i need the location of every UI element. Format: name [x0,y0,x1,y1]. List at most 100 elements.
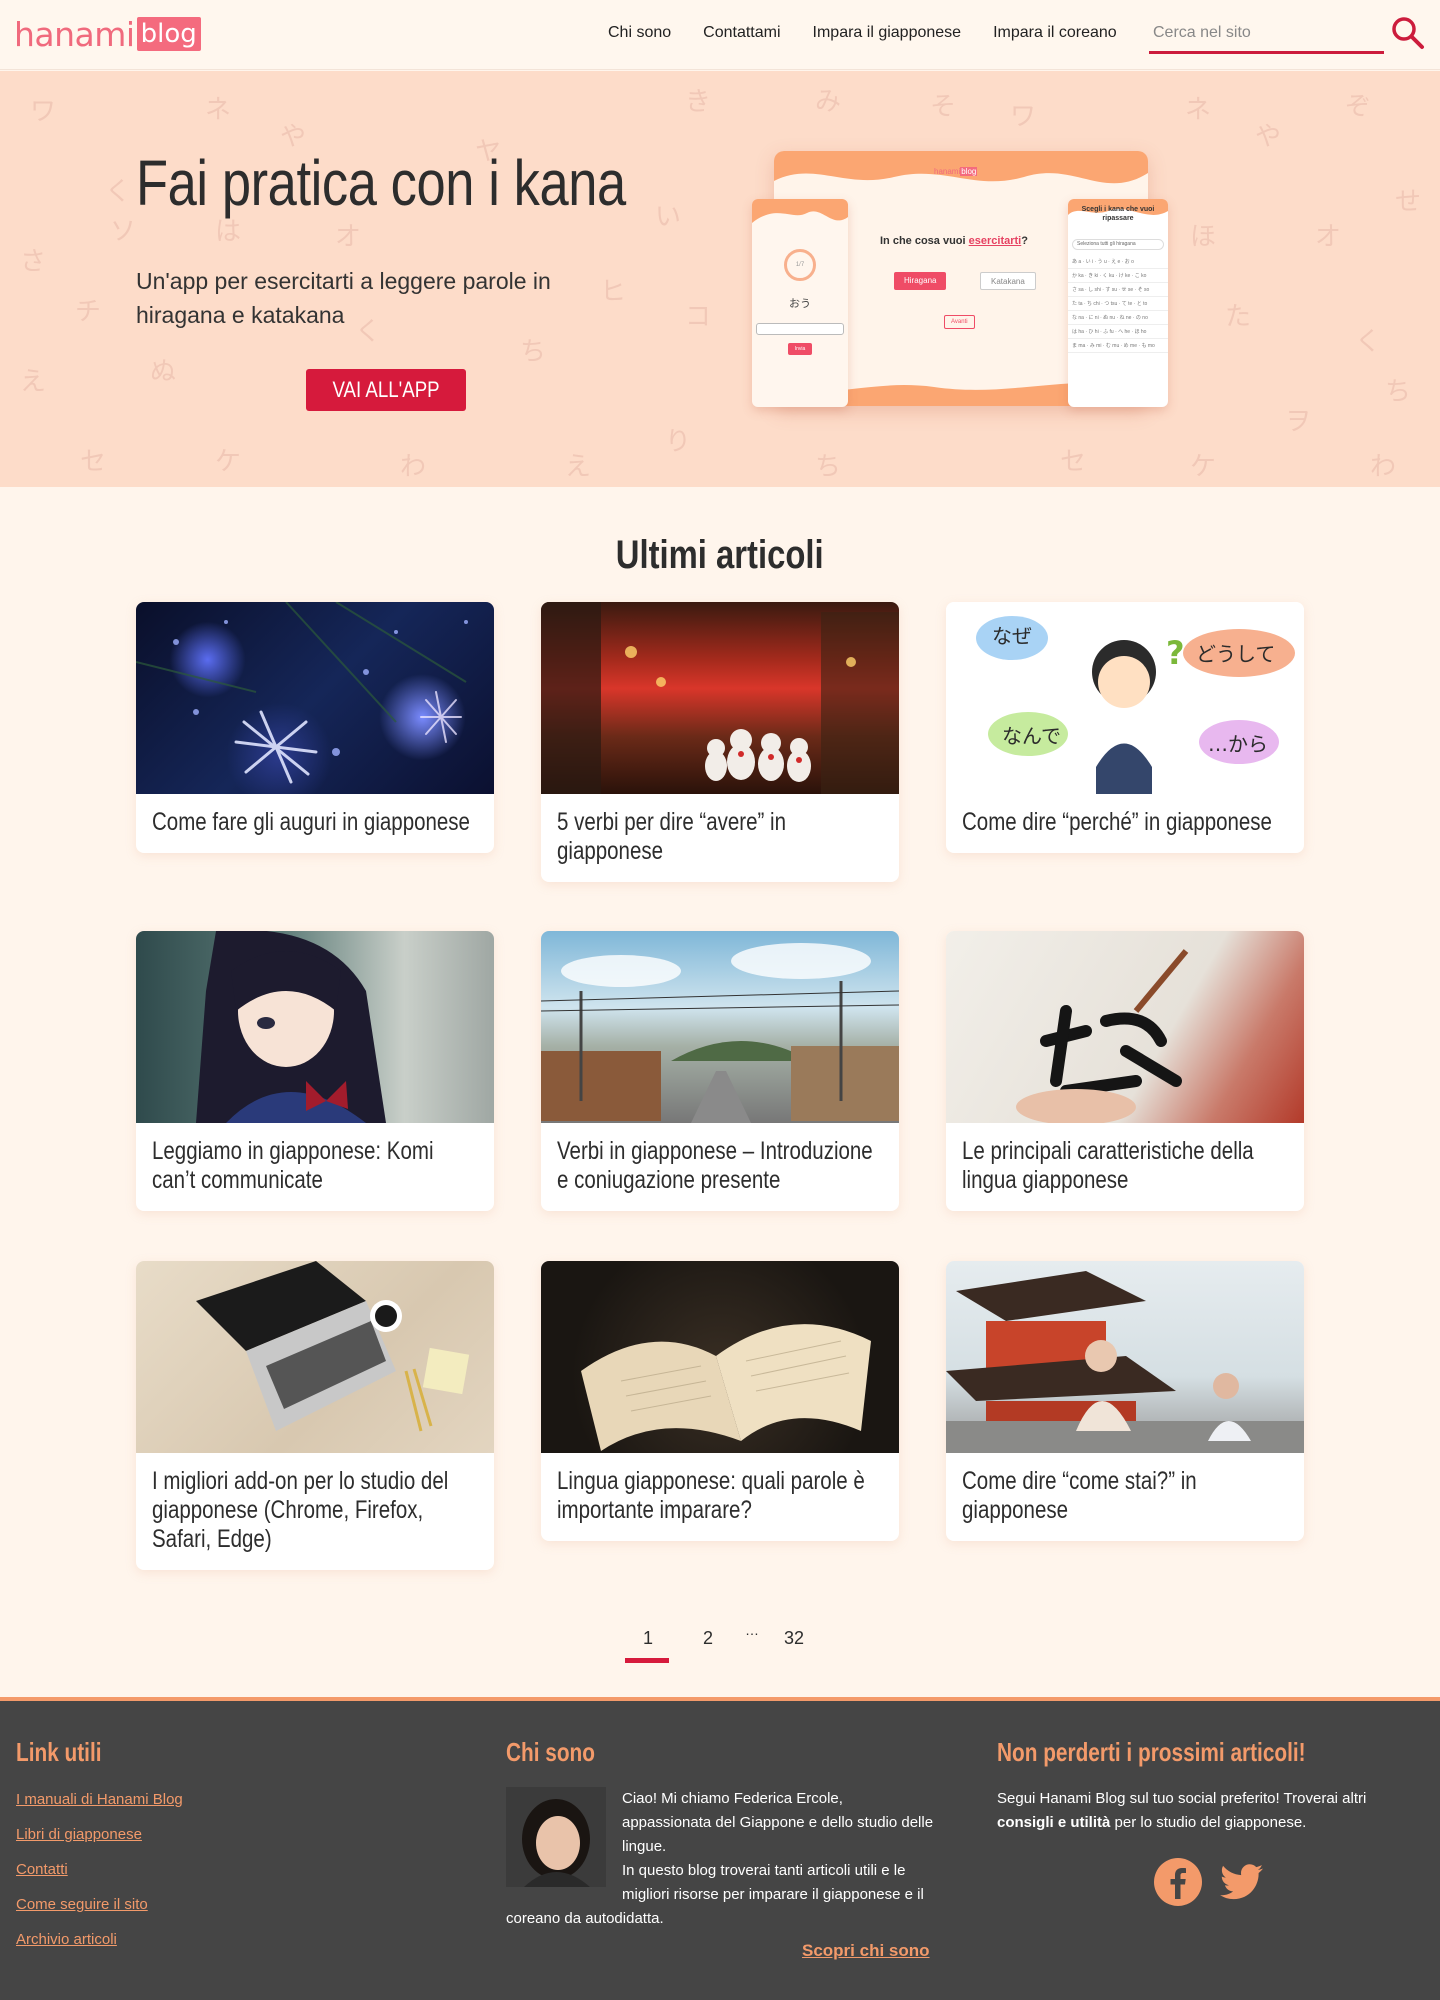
article-title[interactable]: Come fare gli auguri in giapponese [136,794,494,853]
article-title-text: Verbi in giapponese – Introduzione e con… [557,1137,873,1194]
logo-text: hanami [14,14,135,54]
anime-girl-illustration [196,931,386,1123]
site-header: hanami blog Chi sono Contattami Impara i… [0,0,1440,70]
hero-subtitle: Un'app per esercitarti a leggere parole … [136,268,551,328]
social-text-part2: per lo studio del giapponese. [1110,1814,1307,1831]
bubble-naze: なぜ [992,624,1032,648]
article-card[interactable]: Lingua giapponese: quali parole è import… [541,1261,899,1541]
footer-link-archivio[interactable]: Archivio articoli [16,1931,117,1948]
article-title[interactable]: Leggiamo in giapponese: Komi can’t commu… [136,1123,494,1211]
article-title-text: Leggiamo in giapponese: Komi can’t commu… [152,1137,434,1194]
about-heading-text: Chi sono [506,1737,595,1767]
useful-links-heading: Link utili [16,1737,123,1768]
go-to-app-label: VAI ALL'APP [332,377,440,402]
svg-text:?: ? [1166,634,1185,672]
article-card[interactable]: ? なぜ どうして なんで …から Come dire “perché” in … [946,602,1304,853]
footer-link-come-seguire[interactable]: Come seguire il sito [16,1896,148,1913]
article-title[interactable]: Le principali caratteristiche della ling… [946,1123,1304,1211]
go-to-app-button[interactable]: VAI ALL'APP [306,369,466,411]
about-more-link[interactable]: Scopri chi sono [802,1941,930,1961]
nav-item-impara-coreano[interactable]: Impara il coreano [993,24,1117,42]
mockup-logo: hanamiblog [934,167,978,176]
article-card[interactable]: Come fare gli auguri in giapponese [136,602,494,853]
article-thumbnail-street [541,931,899,1123]
article-thumbnail-book [541,1261,899,1453]
mockup-left-wave [752,199,848,223]
article-title-text: 5 verbi per dire “avere” in giapponese [557,808,787,865]
article-title[interactable]: Verbi in giapponese – Introduzione e con… [541,1123,899,1211]
bubble-kara: …から [1208,732,1268,756]
mockup-logo-badge: blog [960,167,978,176]
mockup-select-all: Seleziona tutti gli hiragana [1072,239,1164,250]
page-link[interactable]: 2 [703,1628,713,1649]
article-thumbnail-christmas [136,602,494,794]
nav-item-chi-sono[interactable]: Chi sono [608,24,671,42]
facebook-link[interactable] [1153,1857,1203,1907]
mockup-kana-row: ま ma · み mi · む mu · め me · も mo [1068,339,1168,353]
mockup-logo-text: hanami [934,167,961,176]
article-card[interactable]: I migliori add-on per lo studio del giap… [136,1261,494,1570]
article-card[interactable]: Come dire “come stai?” in giapponese [946,1261,1304,1541]
site-logo[interactable]: hanami blog [14,14,201,54]
article-title[interactable]: Lingua giapponese: quali parole è import… [541,1453,899,1541]
social-heading-text: Non perderti i prossimi articoli! [997,1737,1306,1767]
article-title-text: I migliori add-on per lo studio del giap… [152,1467,449,1553]
nav-item-contattami[interactable]: Contattami [703,24,780,42]
article-title-text: Come fare gli auguri in giapponese [152,808,470,836]
current-page-indicator [625,1658,669,1663]
article-card[interactable]: Verbi in giapponese – Introduzione e con… [541,931,899,1211]
mockup-next-button: Avanti [944,315,975,329]
page-ellipsis: … [745,1622,759,1638]
footer-link-manuali[interactable]: I manuali di Hanami Blog [16,1791,183,1808]
article-thumbnail-shop [541,602,899,794]
mockup-send-button: Invia [788,343,812,355]
facebook-icon [1154,1858,1202,1906]
page-link-current[interactable]: 1 [643,1628,653,1649]
article-card[interactable]: Leggiamo in giapponese: Komi can’t commu… [136,931,494,1211]
hero-banner: ワネ やヤ きみ そワ ネや ぞせ くソ はオ さチ くち ヒい コぬ えり セ… [0,71,1440,487]
twitter-link[interactable] [1216,1857,1266,1907]
about-text: Ciao! Mi chiamo Federica Ercole, appassi… [506,1787,936,1931]
footer-link-contatti[interactable]: Contatti [16,1861,68,1878]
mockup-progress-circle: 1/7 [784,249,816,281]
mockup-answer-field [756,323,844,335]
site-footer: Link utili I manuali di Hanami Blog Libr… [0,1697,1440,2000]
main-nav: Chi sono Contattami Impara il giapponese… [608,24,1149,42]
about-text-intro: Ciao! Mi chiamo Federica Ercole, appassi… [622,1790,934,1855]
mockup-kana-row: は ha · ひ hi · ふ fu · へ he · ほ ho [1068,325,1168,339]
article-thumbnail-calligraphy [946,931,1304,1123]
article-title-text: Come dire “come stai?” in giapponese [962,1467,1197,1524]
social-text-bold: consigli e utilità [997,1814,1111,1831]
bubble-doushite: どうして [1196,642,1276,666]
mockup-kana-row: あ a · い i · う u · え e · お o [1068,255,1168,269]
article-title[interactable]: I migliori add-on per lo studio del giap… [136,1453,494,1570]
article-title[interactable]: Come dire “come stai?” in giapponese [946,1453,1304,1541]
mockup-kana-row: た ta · ち chi · つ tsu · て te · と to [1068,297,1168,311]
page-link[interactable]: 32 [784,1628,804,1649]
mockup-kana-list: あ a · い i · う u · え e · お o か ka · き ki … [1068,255,1168,353]
nav-item-impara-giapponese[interactable]: Impara il giapponese [813,24,962,42]
bubble-nande: なんで [1002,724,1061,748]
footer-link-libri[interactable]: Libri di giapponese [16,1826,142,1843]
useful-links-heading-text: Link utili [16,1737,102,1767]
article-title[interactable]: Come dire “perché” in giapponese [946,794,1304,853]
hero-title: Fai pratica con i kana [136,147,626,219]
article-card[interactable]: Le principali caratteristiche della ling… [946,931,1304,1211]
mockup-question: In che cosa vuoi esercitarti? [880,235,1028,247]
latest-articles-heading: Ultimi articoli [0,533,1440,578]
article-card[interactable]: 5 verbi per dire “avere” in giapponese [541,602,899,882]
logo-badge: blog [136,17,201,51]
app-mockup-illustration: hanamiblog Hiragana Katakana Avanti In c… [752,151,1168,411]
article-title-text: Le principali caratteristiche della ling… [962,1137,1254,1194]
mockup-question-prefix: In che cosa vuoi [880,235,969,247]
latest-articles-heading-text: Ultimi articoli [616,533,824,577]
open-book-illustration [581,1324,871,1451]
search-button[interactable] [1390,15,1426,51]
search-input[interactable] [1149,18,1384,48]
article-title[interactable]: 5 verbi per dire “avere” in giapponese [541,794,899,882]
search-icon [1392,17,1424,49]
mockup-question-suffix: ? [1021,235,1028,247]
mockup-katakana-option: Katakana [980,272,1036,290]
search-box [1149,18,1384,54]
article-thumbnail-laptop [136,1261,494,1453]
